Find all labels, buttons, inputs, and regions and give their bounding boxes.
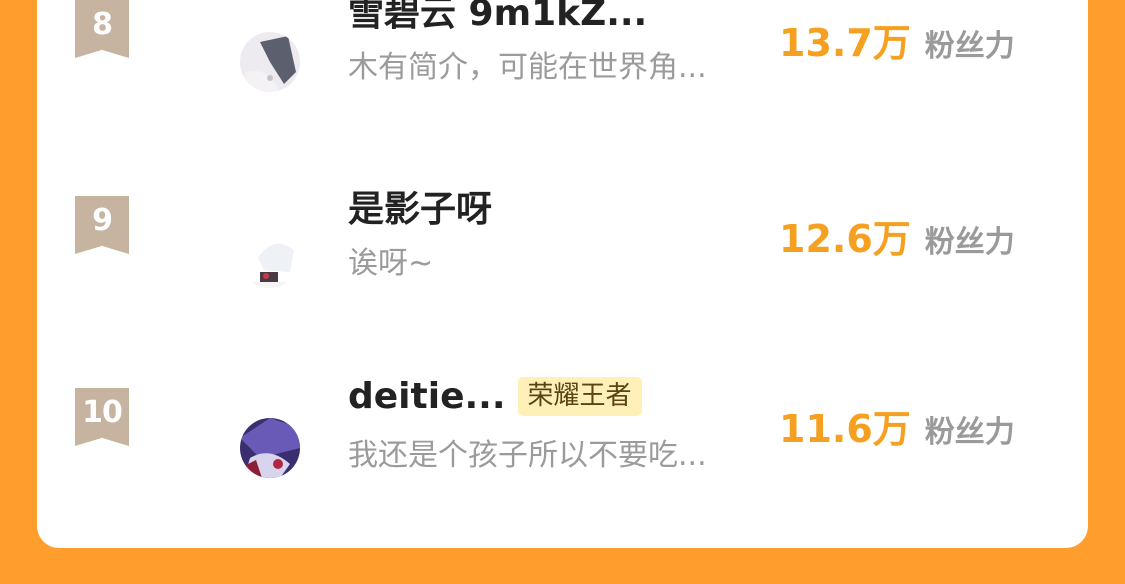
fans-unit: 粉丝力 — [924, 29, 1015, 64]
user-name[interactable]: 雪碧云 9m1kZ... — [348, 0, 647, 36]
user-avatar[interactable] — [240, 32, 300, 92]
fans-value: 12.6万 — [779, 217, 911, 261]
user-avatar[interactable] — [240, 418, 300, 478]
user-avatar[interactable] — [240, 228, 300, 288]
ranking-row[interactable]: 10 deitie... 荣耀王者 我还是个孩子所以不要吃... 11.6万 粉… — [37, 358, 1088, 478]
user-name-line: deitie... 荣耀王者 — [348, 374, 642, 418]
user-name-line: 是影子呀 — [348, 184, 492, 230]
user-name[interactable]: deitie... — [348, 376, 506, 417]
ranking-card: 8 雪碧云 9m1kZ... 木有简介，可能在世界角... 13.7万 粉丝力 … — [37, 0, 1088, 548]
rank-badge: 8 — [75, 0, 129, 58]
fans-power: 12.6万 粉丝力 — [779, 208, 1015, 261]
fans-unit: 粉丝力 — [924, 415, 1015, 450]
ranking-row[interactable]: 9 是影子呀 诶呀~ 12.6万 粉丝力 — [37, 166, 1088, 288]
fans-power: 13.7万 粉丝力 — [779, 12, 1015, 65]
fans-power: 11.6万 粉丝力 — [779, 398, 1015, 451]
fans-unit: 粉丝力 — [924, 225, 1015, 260]
user-bio: 诶呀~ — [348, 246, 434, 281]
user-name-line: 雪碧云 9m1kZ... — [348, 0, 647, 34]
honor-badge: 荣耀王者 — [517, 376, 642, 416]
rank-badge: 9 — [75, 196, 129, 254]
user-name[interactable]: 是影子呀 — [348, 180, 492, 232]
user-bio: 我还是个孩子所以不要吃... — [348, 438, 707, 473]
fans-value: 11.6万 — [779, 407, 911, 451]
fans-value: 13.7万 — [779, 21, 911, 65]
rank-badge: 10 — [75, 388, 129, 446]
user-bio: 木有简介，可能在世界角... — [348, 50, 707, 85]
ranking-row[interactable]: 8 雪碧云 9m1kZ... 木有简介，可能在世界角... 13.7万 粉丝力 — [37, 0, 1088, 92]
